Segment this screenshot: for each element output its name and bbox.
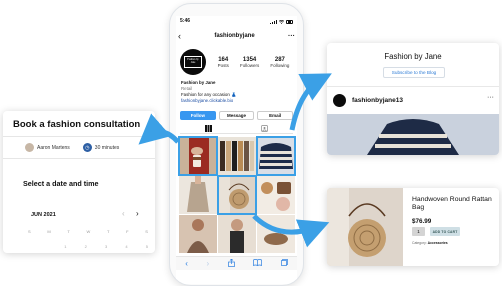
tagged-tab-icon[interactable] [261,124,269,132]
phone-mockup: 5:46 ‹ fashionbyjane ··· Fashion by Jane [169,3,304,286]
clock-icon: ◷ [82,143,92,152]
category-label: Category: [412,241,427,245]
host-avatar [25,143,34,152]
date-cell[interactable]: 4 [125,244,127,249]
date-cell[interactable]: 3 [105,244,107,249]
weekday-label: T [107,229,110,234]
host-name: Aaron Martens [37,144,70,151]
category-value[interactable]: Accessories [428,241,448,245]
profile-stats: 164 Posts 1354 Followers 287 Following [212,57,295,68]
battery-icon [286,20,293,24]
weekday-label: S [145,229,148,234]
grid-post-person[interactable] [179,215,217,253]
grid-tab-icon[interactable] [204,124,212,132]
forward-arrow-icon[interactable]: › [206,259,209,268]
instagram-profile-screen: 5:46 ‹ fashionbyjane ··· Fashion by Jane [176,16,297,284]
stat-label: Following [270,62,290,68]
stat-value: 164 [218,56,229,63]
product-category: Category: Accessories [412,241,448,245]
grid-post-coffee[interactable] [178,136,218,176]
product-card: Handwoven Round Rattan Bag $76.99 1 ADD … [327,188,499,266]
status-time: 5:46 [180,18,191,24]
consultation-booking-card: Book a fashion consultation Aaron Marten… [3,111,155,253]
blog-name: Fashion by Jane [384,52,442,61]
stat-following[interactable]: 287 Following [270,57,289,68]
grid-post-outfit[interactable] [179,176,217,214]
weekday-label: M [47,229,51,234]
browser-toolbar: ‹ › [176,256,297,270]
more-options-icon[interactable]: ··· [288,33,295,40]
duration: 30 minutes [94,144,120,151]
weekday-row: S M T W T F S [28,229,148,234]
consultation-title: Book a fashion consultation [13,119,141,130]
grid-post-sweater[interactable] [256,136,296,176]
product-title: Handwoven Round Rattan Bag [412,196,492,211]
stat-followers[interactable]: 1354 Followers [240,57,259,68]
tabs-icon[interactable] [280,259,288,268]
quantity-field[interactable]: 1 [412,227,425,236]
weekday-label: F [126,229,129,234]
back-chevron-icon[interactable]: ‹ [178,31,181,41]
email-button[interactable]: Email [257,111,294,120]
follow-button[interactable]: Follow [180,111,216,120]
date-row: 1 2 3 4 5 [28,244,148,249]
grid-post-model[interactable] [218,215,256,253]
calendar-month: JUN 2021 [31,212,56,218]
avatar-logo-text: Fashion by Jane [184,56,202,68]
select-date-heading: Select a date and time [23,179,99,188]
add-to-cart-button[interactable]: ADD TO CART [430,227,460,236]
profile-bio: Fashion by Jane Retail Fashion for any o… [181,80,293,104]
grid-post-shoes[interactable] [257,215,295,253]
subscribe-button[interactable]: Subscribe to the Blog [383,67,445,78]
post-more-icon[interactable]: ··· [487,94,494,101]
post-avatar[interactable] [333,94,346,107]
post-username[interactable]: fashionbyjane13 [352,97,403,104]
next-month-icon[interactable]: › [136,209,139,218]
signal-icon [270,20,277,24]
share-icon[interactable] [227,258,235,269]
grid-post-rattan-bag[interactable] [217,175,257,215]
grid-post-accessories[interactable] [257,176,295,214]
product-image[interactable] [327,188,403,266]
product-price: $76.99 [412,218,432,225]
blog-subscribe-card: Fashion by Jane Subscribe to the Blog fa… [327,43,499,155]
consultation-meta: Aaron Martens ◷ 30 minutes [25,143,119,152]
divider [3,158,155,159]
divider [3,136,155,137]
message-button[interactable]: Message [218,111,255,120]
post-image[interactable] [327,114,499,155]
profile-actions: Follow Message Email [180,111,294,120]
promo-composite: 5:46 ‹ fashionbyjane ··· Fashion by Jane [0,0,502,286]
profile-link[interactable]: fashionbyjane.clickable.bio [181,98,293,104]
date-cell[interactable]: 1 [64,244,66,249]
date-cell[interactable]: 2 [85,244,87,249]
date-cell[interactable]: 5 [146,244,148,249]
wifi-icon [279,20,284,24]
profile-tabs [180,123,293,134]
stat-label: Posts [217,62,229,68]
weekday-label: T [67,229,70,234]
weekday-label: W [86,229,91,234]
profile-header: ‹ fashionbyjane ··· [178,30,295,42]
avatar[interactable]: Fashion by Jane [180,49,206,75]
stat-posts[interactable]: 164 Posts [218,57,229,68]
prev-month-icon[interactable]: ‹ [122,209,125,218]
status-bar: 5:46 [180,18,293,26]
profile-summary: Fashion by Jane 164 Posts 1354 Followers… [180,46,295,78]
weekday-label: S [28,229,31,234]
status-icons [270,18,293,26]
profile-username: fashionbyjane [214,33,255,39]
divider [327,86,499,87]
stat-label: Followers [239,62,260,68]
grid-post-closet[interactable] [218,137,256,175]
post-grid [178,136,296,255]
bookmarks-icon[interactable] [253,259,263,268]
back-arrow-icon[interactable]: ‹ [185,259,188,268]
